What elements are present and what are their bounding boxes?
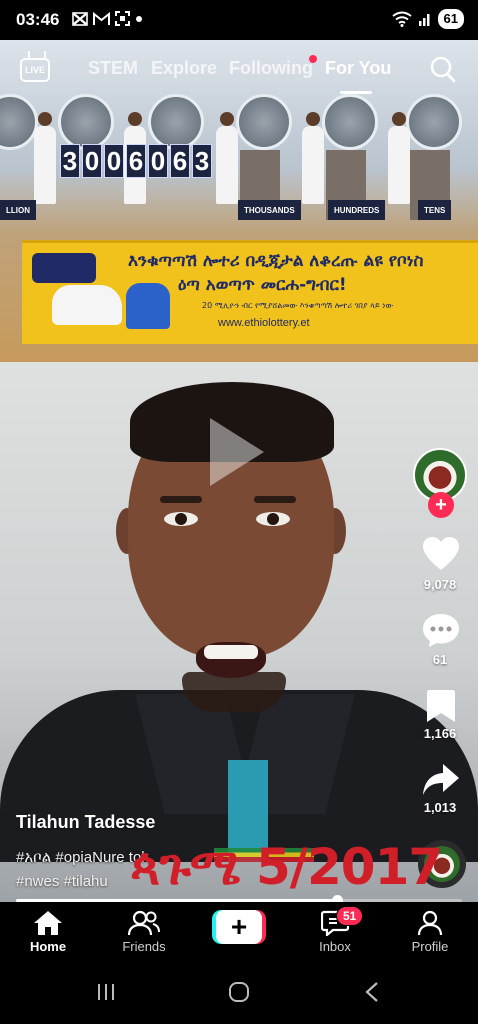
status-bar: 03:46 61 [0,0,478,40]
search-icon[interactable] [430,56,456,84]
gmail-icon [93,11,110,25]
draw-digit: 6 [170,144,190,178]
place-sign: THOUSANDS [238,200,301,220]
wifi-icon [391,11,412,27]
status-time: 03:46 [16,10,60,29]
heart-icon[interactable] [422,536,460,572]
tab-explore[interactable]: Explore [151,58,217,79]
tab-stem[interactable]: STEM [88,58,138,79]
hashtags-line[interactable]: #nwes #tilahu [16,873,108,890]
nav-home[interactable]: Home [8,910,88,954]
comments-count: 61 [432,652,448,667]
lottery-wheel [236,94,292,150]
presenter [216,112,238,204]
profile-icon [417,910,443,936]
place-sign: TENS [418,200,452,220]
draw-digit: 0 [82,144,102,178]
share-icon[interactable] [422,762,460,798]
likes-count: 9,078 [423,577,457,592]
live-icon[interactable]: LIVE [20,58,50,82]
back-icon[interactable] [364,981,380,1003]
lottery-logo [32,253,96,283]
speaker-brow [254,496,296,503]
home-icon [34,911,62,935]
draw-digit: 0 [148,144,168,178]
lottery-wheel [322,94,378,150]
lottery-wheel [58,94,114,150]
play-icon[interactable] [210,418,264,486]
comment-icon[interactable] [422,612,460,648]
video-frame-lottery-stage: 3 0 0 6 0 6 3 LLION THOUSANDS HUNDREDS T… [0,40,478,362]
screenshot-icon [115,11,130,26]
envelope-x-icon [72,11,88,26]
notification-icons [72,11,143,26]
inbox-badge: 51 [336,906,364,926]
speaker-eye [164,512,198,526]
presenter [34,112,56,204]
home-circle-icon[interactable] [228,981,250,1003]
speaker-brow [160,496,202,503]
draw-digit: 3 [60,144,80,178]
author-name[interactable]: Tilahun Tadesse [16,812,155,833]
plus-icon: + [216,910,262,944]
tab-following[interactable]: Following [229,58,313,79]
battery-indicator: 61 [437,9,464,29]
banner-subheadline: ዕጣ አወጣጥ መርሐ-ግብር! [178,275,347,295]
place-sign: HUNDREDS [328,200,386,220]
saves-count: 1,166 [423,726,457,741]
dot-icon [136,15,142,22]
lottery-banner: እንቁጣጣሽ ሎተሪ በዲጂታል ለቆረጡ ልዩ የቦነስ ዕጣ አወጣጥ መር… [22,240,478,344]
bookmark-icon[interactable] [422,688,460,724]
friends-icon [128,910,160,936]
system-navigation-bar [0,964,478,1024]
follow-button[interactable]: + [428,492,454,518]
nav-friends[interactable]: Friends [104,910,184,954]
create-button[interactable]: + [212,910,266,944]
shares-count: 1,013 [423,800,457,815]
place-sign: LLION [0,200,36,220]
nav-profile-label: Profile [411,939,449,954]
nav-inbox[interactable]: Inbox [295,910,375,954]
nav-home-label: Home [29,939,67,954]
nav-inbox-label: Inbox [319,939,351,954]
lottery-wheel [0,94,38,150]
draw-digit: 0 [104,144,124,178]
speaker-eye [256,512,290,526]
bajaj-image [126,283,170,329]
draw-number-display: 3 0 0 6 0 6 3 [60,144,212,178]
lottery-wheel [406,94,462,150]
nav-friends-label: Friends [122,939,166,954]
banner-url: www.ethiolottery.et [218,317,310,329]
speaker-teeth [204,645,258,659]
car-image [52,285,122,325]
draw-digit: 3 [192,144,212,178]
presenter [302,112,324,204]
presenter [388,112,410,204]
hashtags-line[interactable]: #አቦል #opiaNure tok [16,849,149,866]
draw-digit: 6 [126,144,146,178]
status-right: 61 [391,9,464,29]
banner-fineprint: 20 ሚሊዮን ብር የሚያሸልመው እንቁጣጣሽ ሎተሪ ገበያ ላይ ነው [202,301,394,310]
tab-for-you[interactable]: For You [325,58,391,79]
speaker-beard [182,672,286,712]
active-tab-indicator [340,91,372,94]
banner-headline: እንቁጣጣሽ ሎተሪ በዲጂታል ለቆረጡ ልዩ የቦነስ [128,251,424,271]
nav-profile[interactable]: Profile [390,910,470,954]
date-overlay-text: ጳጉሜ 5/2017 [130,838,443,896]
signal-icon [418,14,430,26]
lottery-wheel [148,94,204,150]
following-notification-dot [309,55,317,63]
recent-apps-icon[interactable] [96,982,116,1002]
